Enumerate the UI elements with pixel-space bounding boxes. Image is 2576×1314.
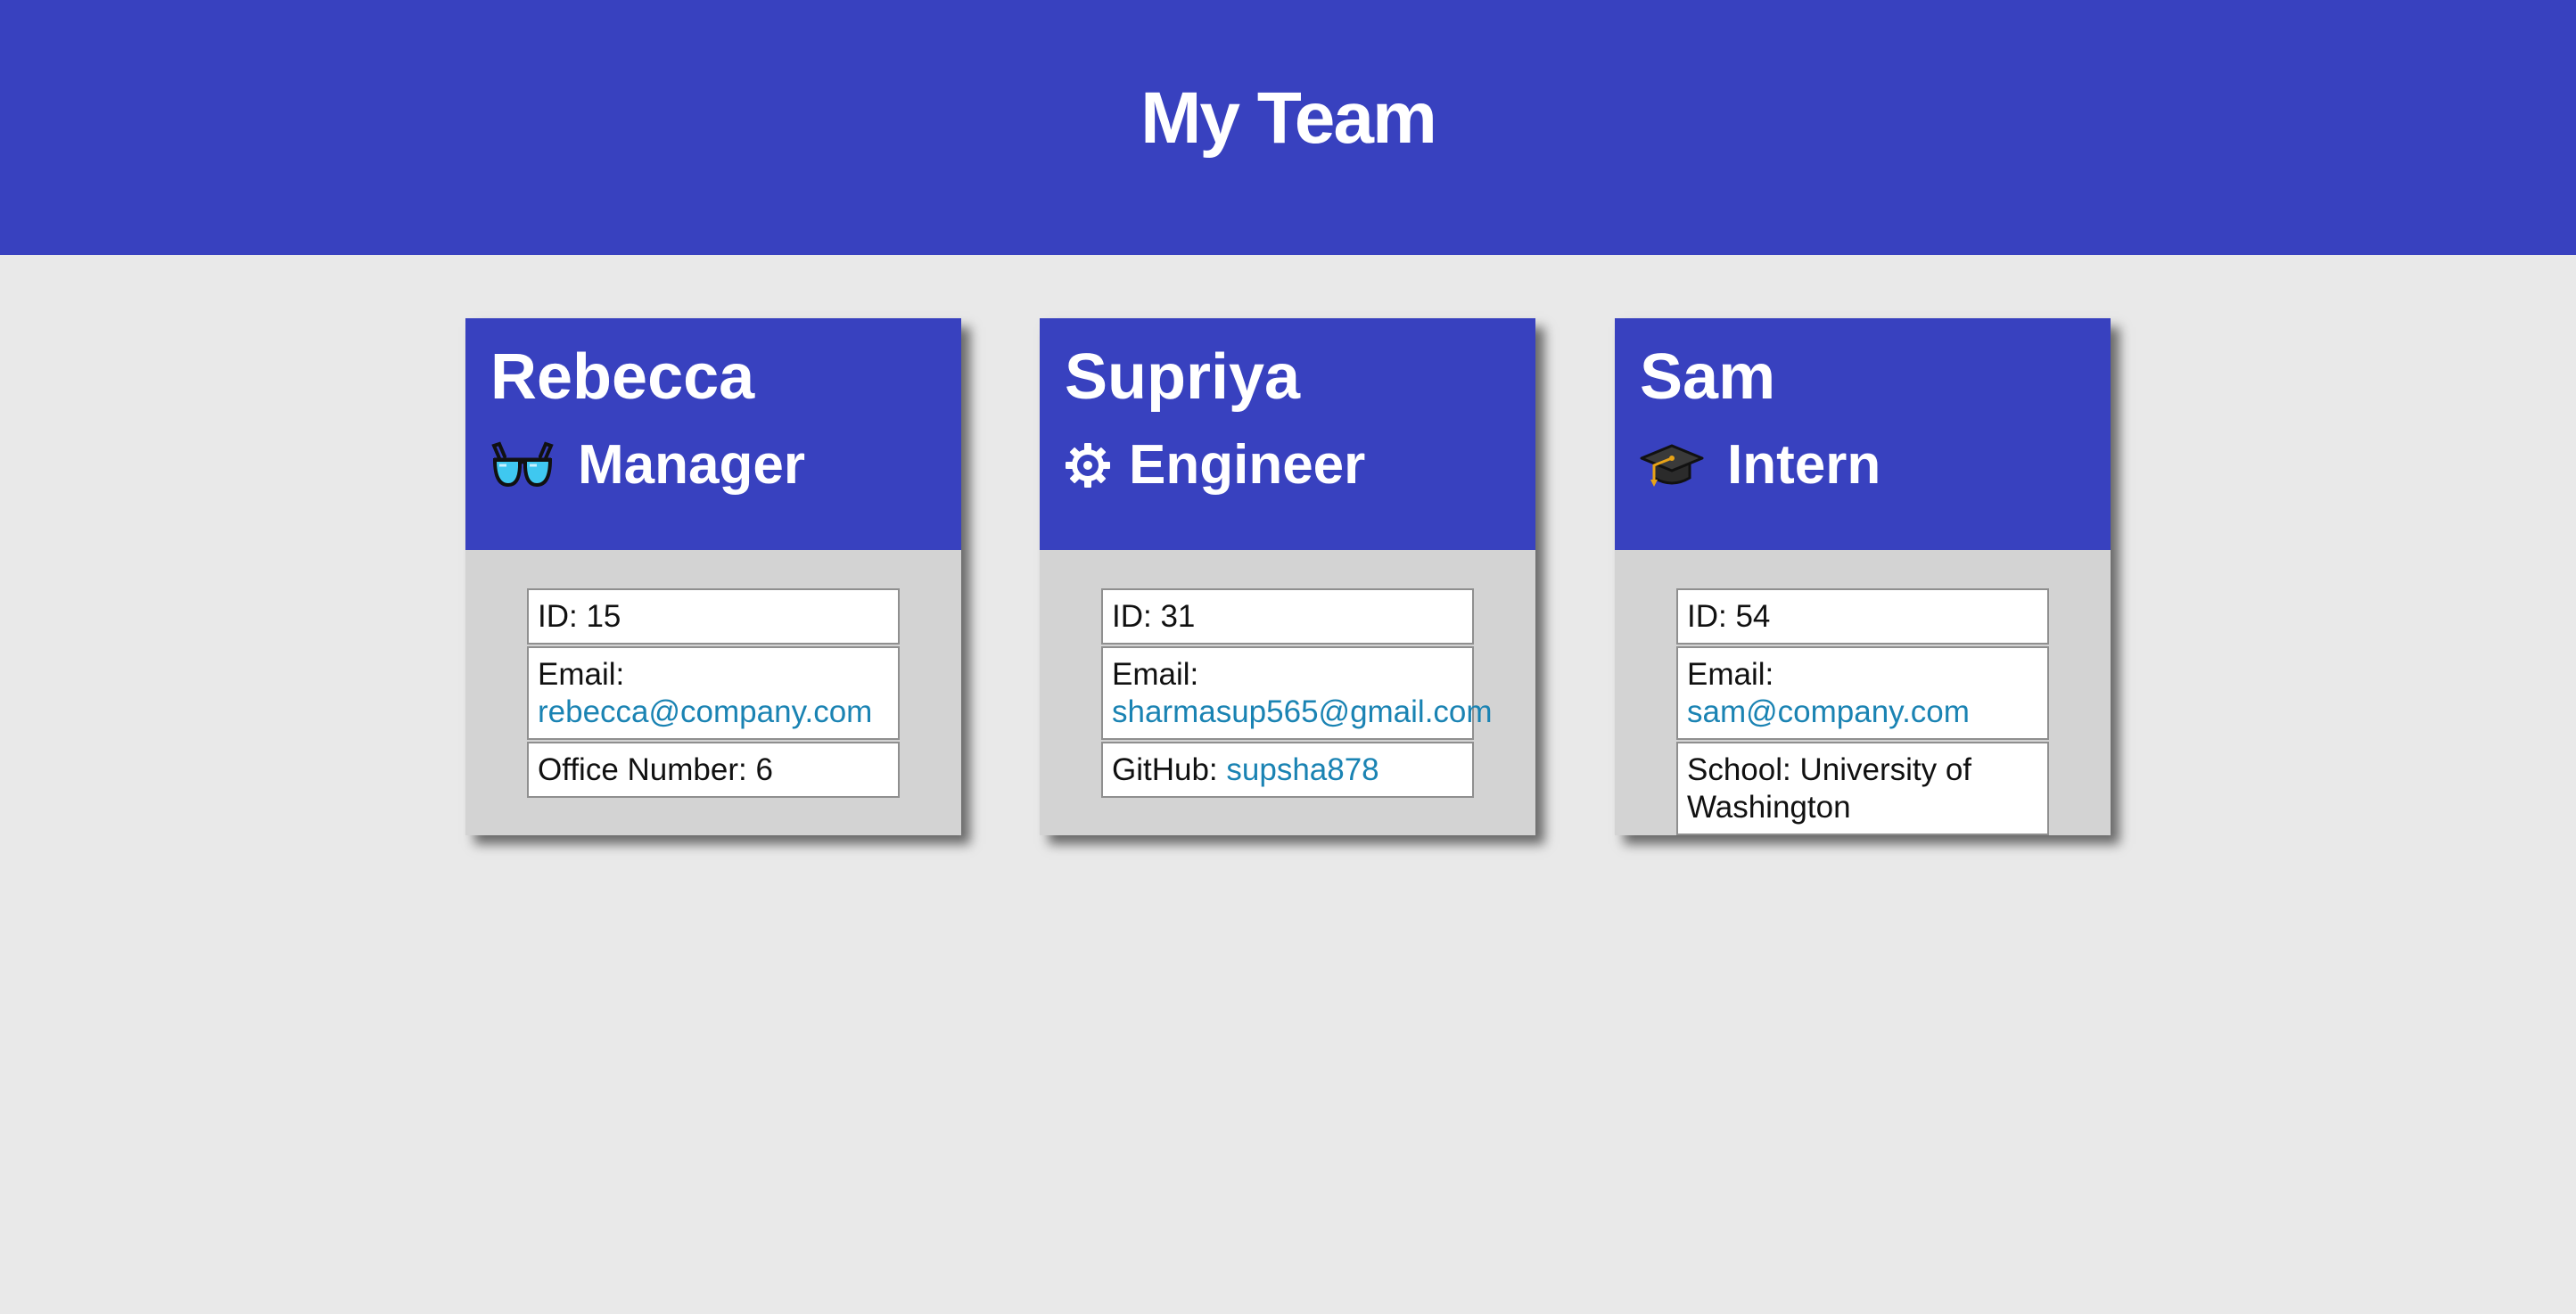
id-row: ID: 31 xyxy=(1101,588,1474,645)
gear-icon xyxy=(1065,434,1115,497)
employee-card-intern: Sam Intern ID: 54 Email: sam@company.com… xyxy=(1615,318,2111,835)
employee-role: Engineer xyxy=(1065,434,1365,497)
page-header: My Team xyxy=(0,0,2576,255)
id-row: ID: 54 xyxy=(1676,588,2049,645)
employee-card-manager: Rebecca Manager ID: 15 Email: rebecca@com… xyxy=(465,318,961,835)
card-header: Supriya Engineer xyxy=(1040,318,1535,550)
github-row: GitHub: supsha878 xyxy=(1101,742,1474,798)
id-value: 15 xyxy=(586,599,621,634)
office-number-row: Office Number: 6 xyxy=(527,742,900,798)
graduation-cap-icon xyxy=(1640,434,1708,497)
employee-role: Manager xyxy=(490,434,805,497)
card-header: Rebecca Manager xyxy=(465,318,961,550)
employee-info-list: ID: 31 Email: sharmasup565@gmail.com GitH… xyxy=(1101,588,1493,800)
email-row: Email: sam@company.com xyxy=(1676,646,2049,740)
role-label: Manager xyxy=(578,434,805,496)
employee-info-list: ID: 54 Email: sam@company.com School: Un… xyxy=(1676,588,2049,837)
employee-name: Rebecca xyxy=(490,341,755,413)
employee-name: Sam xyxy=(1640,341,1776,413)
employee-info-list: ID: 15 Email: rebecca@company.com Office … xyxy=(527,588,900,800)
id-value: 54 xyxy=(1735,599,1771,634)
role-label: Engineer xyxy=(1129,434,1366,496)
role-label: Intern xyxy=(1727,434,1881,496)
glasses-icon xyxy=(490,434,558,497)
page-title: My Team xyxy=(1140,78,1437,159)
github-link[interactable]: supsha878 xyxy=(1226,752,1379,787)
email-row: Email: rebecca@company.com xyxy=(527,646,900,740)
email-row: Email: sharmasup565@gmail.com xyxy=(1101,646,1493,740)
employee-name: Supriya xyxy=(1065,341,1301,413)
email-link[interactable]: sam@company.com xyxy=(1687,694,1970,729)
email-link[interactable]: sharmasup565@gmail.com xyxy=(1112,694,1493,729)
school-row: School: University of Washington xyxy=(1676,742,2049,835)
employee-role: Intern xyxy=(1640,434,1881,497)
id-value: 31 xyxy=(1160,599,1196,634)
email-link[interactable]: rebecca@company.com xyxy=(538,694,872,729)
office-number-value: 6 xyxy=(755,752,773,787)
id-row: ID: 15 xyxy=(527,588,900,645)
card-header: Sam Intern xyxy=(1615,318,2111,550)
employee-card-engineer: Supriya Engineer ID: 31 Email: sharmasup… xyxy=(1040,318,1535,835)
